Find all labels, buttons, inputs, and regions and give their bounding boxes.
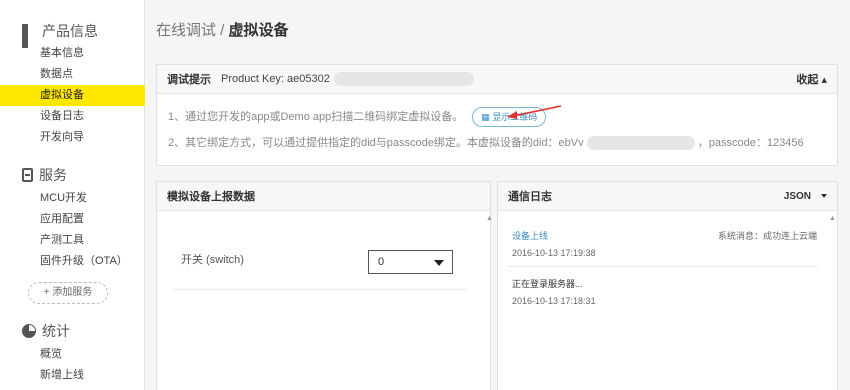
breadcrumb-current: 虚拟设备 (228, 22, 289, 39)
services-title: 服务 (39, 167, 67, 183)
comm-log-panel: 通信日志 JSON ▲ 设备上线 系统消息：成功连上云端 2016-10-13 … (497, 181, 838, 390)
log-entry-message: 系统消息：成功连上云端 (717, 231, 817, 241)
switch-field-label: 开关 (switch) (181, 254, 244, 266)
sidebar-item-mcu-dev[interactable]: MCU开发 (0, 188, 145, 209)
collapse-button[interactable]: 收起 ▴ (796, 71, 827, 87)
sidebar-item-basic-info[interactable]: 基本信息 (0, 43, 145, 64)
debug-tip-title: 调试提示 (167, 74, 211, 86)
upload-data-panel: 模拟设备上报数据 ▲ 开关 (switch) 0 (156, 181, 493, 390)
sidebar-item-data-points[interactable]: 数据点 (0, 64, 145, 85)
product-info-heading: 产品信息 (22, 21, 98, 48)
scroll-up-arrow-icon[interactable]: ▲ (829, 215, 836, 222)
log-entry: 正在登录服务器... 2016-10-13 17:18:31 (512, 277, 817, 306)
upload-data-title: 模拟设备上报数据 (167, 191, 255, 203)
caret-down-icon (434, 260, 444, 266)
tip-line-2-prefix: 2、其它绑定方式，可以通过提供指定的did与passcode绑定。本虚拟设备的d… (168, 137, 584, 149)
tip-line-2: 2、其它绑定方式，可以通过提供指定的did与passcode绑定。本虚拟设备的d… (168, 134, 804, 151)
sidebar-item-ota[interactable]: 固件升级（OTA） (0, 251, 145, 272)
comm-log-title: 通信日志 (508, 191, 552, 203)
sidebar-item-dev-guide[interactable]: 开发向导 (0, 127, 145, 148)
tip-line-2-suffix: ，passcode：123456 (697, 137, 804, 149)
log-entry-title: 正在登录服务器... (512, 279, 583, 289)
breadcrumb-separator: / (216, 22, 229, 39)
add-service-button[interactable]: + 添加服务 (28, 282, 108, 304)
redacted-product-key (333, 72, 474, 86)
sidebar-item-virtual-device[interactable]: 虚拟设备 (0, 85, 145, 106)
log-entry-title: 设备上线 (512, 231, 549, 241)
sidebar-item-new-online[interactable]: 新增上线 (0, 365, 145, 386)
grid-icon (22, 24, 36, 48)
comm-log-header: 通信日志 JSON (498, 182, 837, 211)
pie-chart-icon (22, 324, 36, 338)
switch-value-select[interactable]: 0 (368, 250, 453, 274)
arrow-annotation (507, 105, 562, 119)
sidebar-item-overview[interactable]: 概览 (0, 344, 145, 365)
log-divider (508, 266, 818, 267)
debug-tip-header: 调试提示 Product Key: ae05302 收起 ▴ (157, 65, 837, 94)
breadcrumb: 在线调试 / 虚拟设备 (156, 19, 289, 40)
sidebar-item-device-log[interactable]: 设备日志 (0, 106, 145, 127)
scroll-up-arrow-icon[interactable]: ▲ (486, 215, 493, 222)
log-entry: 设备上线 系统消息：成功连上云端 2016-10-13 17:19:38 (512, 229, 817, 258)
upload-data-header: 模拟设备上报数据 (157, 182, 490, 211)
stats-heading: 统计 (22, 321, 70, 341)
tip-line-1: 1、通过您开发的app或Demo app扫描二维码绑定虚拟设备。 ▦ 显示二维码 (168, 107, 547, 127)
log-format-value: JSON (783, 190, 811, 202)
sidebar-item-app-config[interactable]: 应用配置 (0, 209, 145, 230)
breadcrumb-parent[interactable]: 在线调试 (156, 22, 216, 39)
log-entry-time: 2016-10-13 17:19:38 (512, 248, 596, 258)
redacted-did (586, 136, 695, 151)
sidebar-item-production-test[interactable]: 产测工具 (0, 230, 145, 251)
tip-line-1-text: 1、通过您开发的app或Demo app扫描二维码绑定虚拟设备。 (168, 110, 464, 123)
log-format-select[interactable]: JSON (784, 191, 827, 202)
product-info-title: 产品信息 (42, 23, 98, 39)
stats-title: 统计 (42, 323, 70, 339)
services-heading: 服务 (22, 165, 67, 185)
server-icon (22, 168, 33, 182)
switch-value: 0 (378, 256, 385, 268)
product-key-label: Product Key: ae05302 (221, 73, 330, 85)
switch-field-row: 开关 (switch) 0 (173, 246, 467, 290)
debug-tip-panel: 调试提示 Product Key: ae05302 收起 ▴ 1、通过您开发的a… (156, 64, 838, 166)
sidebar: 产品信息 基本信息 数据点 虚拟设备 设备日志 开发向导 服务 MCU开发 应用… (0, 0, 145, 390)
log-entry-time: 2016-10-13 17:18:31 (512, 296, 596, 306)
caret-down-icon (821, 194, 827, 198)
